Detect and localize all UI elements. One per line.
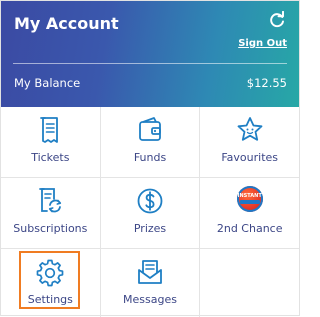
account-menu-grid: Tickets Funds Favourites Subscriptions P… — [1, 107, 299, 317]
menu-item-funds[interactable]: Funds — [101, 107, 201, 177]
badge-text: INSTANT — [237, 193, 262, 199]
account-panel: My Account Sign Out My Balance $12.55 Ti… — [0, 0, 300, 317]
menu-row: Tickets Funds Favourites — [1, 107, 299, 178]
menu-item-label: Prizes — [133, 222, 167, 235]
menu-item-label: Tickets — [31, 151, 70, 164]
badge-stripe — [239, 200, 260, 204]
menu-item-subscriptions[interactable]: Subscriptions — [1, 178, 101, 248]
balance-label: My Balance — [14, 76, 81, 90]
instant-badge-icon: INSTANT — [236, 186, 263, 212]
menu-item-label: 2nd Chance — [216, 222, 283, 235]
menu-row: Subscriptions Prizes INSTANT 2nd Chance — [1, 178, 299, 249]
menu-item-prizes[interactable]: Prizes — [101, 178, 201, 248]
header-divider — [13, 63, 287, 64]
ticket-icon — [40, 117, 59, 143]
menu-item-label: Settings — [27, 293, 73, 306]
sign-out-link[interactable]: Sign Out — [238, 38, 287, 49]
dollar-icon — [137, 188, 163, 214]
menu-item-label: Subscriptions — [13, 222, 88, 235]
menu-item-label: Funds — [133, 151, 167, 164]
menu-row: Settings Messages — [1, 249, 299, 317]
wallet-icon — [139, 117, 161, 141]
refresh-icon[interactable] — [268, 11, 286, 29]
account-header: My Account Sign Out My Balance $12.55 — [1, 1, 299, 107]
menu-item-tickets[interactable]: Tickets — [1, 107, 101, 177]
menu-item-2nd-chance[interactable]: INSTANT 2nd Chance — [200, 178, 299, 248]
menu-item-label: Favourites — [221, 151, 279, 164]
page-title: My Account — [14, 14, 119, 33]
menu-item-messages[interactable]: Messages — [101, 249, 201, 317]
star-icon — [237, 117, 263, 141]
menu-item-label: Messages — [123, 293, 177, 306]
subscriptions-icon — [39, 188, 62, 213]
menu-item-settings[interactable]: Settings — [1, 249, 101, 317]
menu-item-empty — [200, 249, 299, 317]
gear-icon — [36, 259, 64, 287]
message-icon — [138, 260, 162, 284]
menu-item-favourites[interactable]: Favourites — [200, 107, 299, 177]
balance-value: $12.55 — [246, 76, 287, 90]
